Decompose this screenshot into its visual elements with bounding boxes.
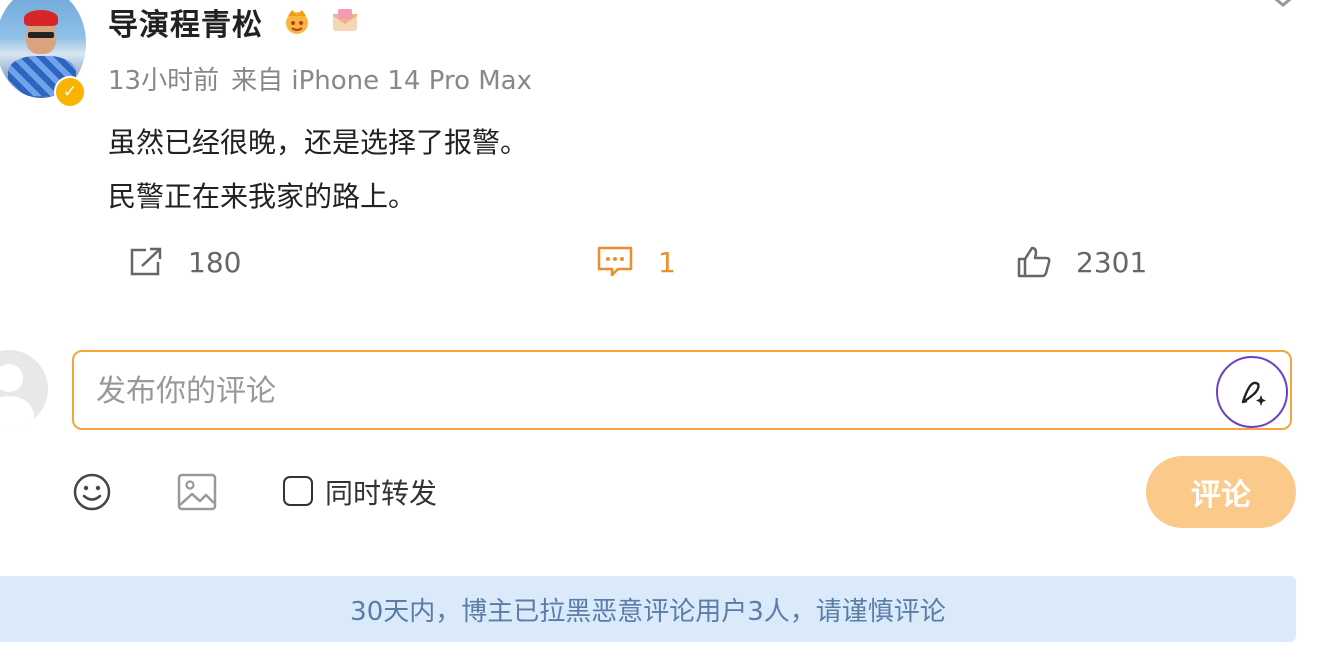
submit-comment-button[interactable]: 评论 bbox=[1146, 456, 1296, 528]
chevron-down-icon[interactable] bbox=[1268, 0, 1298, 8]
post-time: 13小时前 bbox=[108, 66, 220, 96]
like-button[interactable]: 2301 bbox=[1016, 242, 1147, 282]
repost-label[interactable]: 同时转发 bbox=[325, 472, 437, 512]
post-meta: 13小时前 来自 iPhone 14 Pro Max bbox=[108, 60, 532, 97]
verified-badge-icon: ✓ bbox=[54, 76, 86, 108]
comment-count: 1 bbox=[658, 245, 676, 279]
ai-pen-icon bbox=[1241, 381, 1266, 406]
share-button[interactable]: 180 bbox=[128, 242, 241, 282]
share-icon bbox=[130, 247, 162, 276]
comment-notice: 30天内，博主已拉黑恶意评论用户3人，请谨慎评论 bbox=[0, 576, 1296, 642]
like-count: 2301 bbox=[1076, 245, 1148, 279]
commenter-avatar bbox=[0, 350, 48, 428]
comment-icon bbox=[597, 246, 633, 277]
envelope-badge-icon[interactable] bbox=[330, 6, 360, 34]
smiley-icon[interactable] bbox=[72, 472, 112, 512]
share-count: 180 bbox=[188, 245, 242, 279]
comment-button[interactable]: 1 bbox=[596, 242, 676, 282]
post-line: 民警正在来我家的路上。 bbox=[108, 180, 417, 213]
comment-input[interactable] bbox=[96, 368, 1196, 414]
repost-checkbox[interactable] bbox=[283, 476, 313, 506]
post-content: 虽然已经很晚，还是选择了报警。 民警正在来我家的路上。 bbox=[108, 116, 528, 224]
image-icon[interactable] bbox=[176, 472, 218, 512]
thumbs-up-icon bbox=[1017, 246, 1051, 278]
post-source: 来自 iPhone 14 Pro Max bbox=[231, 66, 532, 96]
post-line: 虽然已经很晚，还是选择了报警。 bbox=[108, 126, 529, 159]
crown-badge-icon[interactable] bbox=[282, 6, 312, 36]
author-name[interactable]: 导演程青松 bbox=[108, 0, 263, 44]
ai-assist-button[interactable] bbox=[1216, 356, 1288, 428]
